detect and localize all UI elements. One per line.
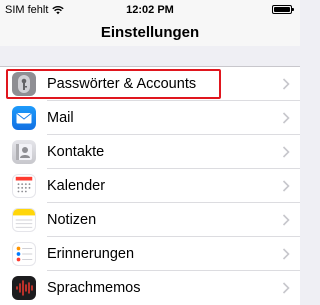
mail-icon: [12, 106, 36, 130]
highlight-box: [6, 69, 221, 99]
calendar-icon: [12, 174, 36, 198]
chevron-right-icon: [282, 214, 290, 226]
settings-item-notes[interactable]: Notizen: [0, 203, 300, 237]
status-time: 12:02 PM: [126, 4, 174, 16]
battery-icon: [272, 5, 294, 14]
notes-icon: [12, 208, 36, 232]
navigation-bar: Einstellungen: [0, 20, 300, 46]
settings-item-label: Mail: [47, 110, 74, 126]
chevron-right-icon: [282, 78, 290, 90]
settings-item-voice-memos[interactable]: Sprachmemos: [0, 271, 300, 305]
settings-item-label: Notizen: [47, 212, 97, 228]
settings-item-label: Kalender: [47, 178, 106, 194]
chevron-right-icon: [282, 146, 290, 158]
settings-item-calendar[interactable]: Kalender: [0, 169, 300, 203]
chevron-right-icon: [282, 248, 290, 260]
battery-fill: [274, 7, 290, 12]
chevron-right-icon: [282, 180, 290, 192]
settings-item-mail[interactable]: Mail: [0, 101, 300, 135]
chevron-right-icon: [282, 112, 290, 124]
page-title: Einstellungen: [100, 24, 200, 41]
settings-item-contacts[interactable]: Kontakte: [0, 135, 300, 169]
settings-item-label: Kontakte: [47, 144, 105, 160]
settings-item-reminders[interactable]: Erinnerungen: [0, 237, 300, 271]
contacts-icon: [12, 140, 36, 164]
settings-item-label: Sprachmemos: [47, 280, 141, 296]
settings-list: Passwörter & Accounts Mail Kontakte Kale…: [0, 66, 300, 305]
settings-item-label: Erinnerungen: [47, 246, 135, 262]
voice-memos-icon: [12, 276, 36, 300]
chevron-right-icon: [282, 282, 290, 294]
reminders-icon: [12, 242, 36, 266]
settings-item-passwords-accounts[interactable]: Passwörter & Accounts: [0, 67, 300, 101]
status-bar: SIM fehlt 12:02 PM: [0, 0, 300, 20]
section-gap: [0, 57, 300, 66]
